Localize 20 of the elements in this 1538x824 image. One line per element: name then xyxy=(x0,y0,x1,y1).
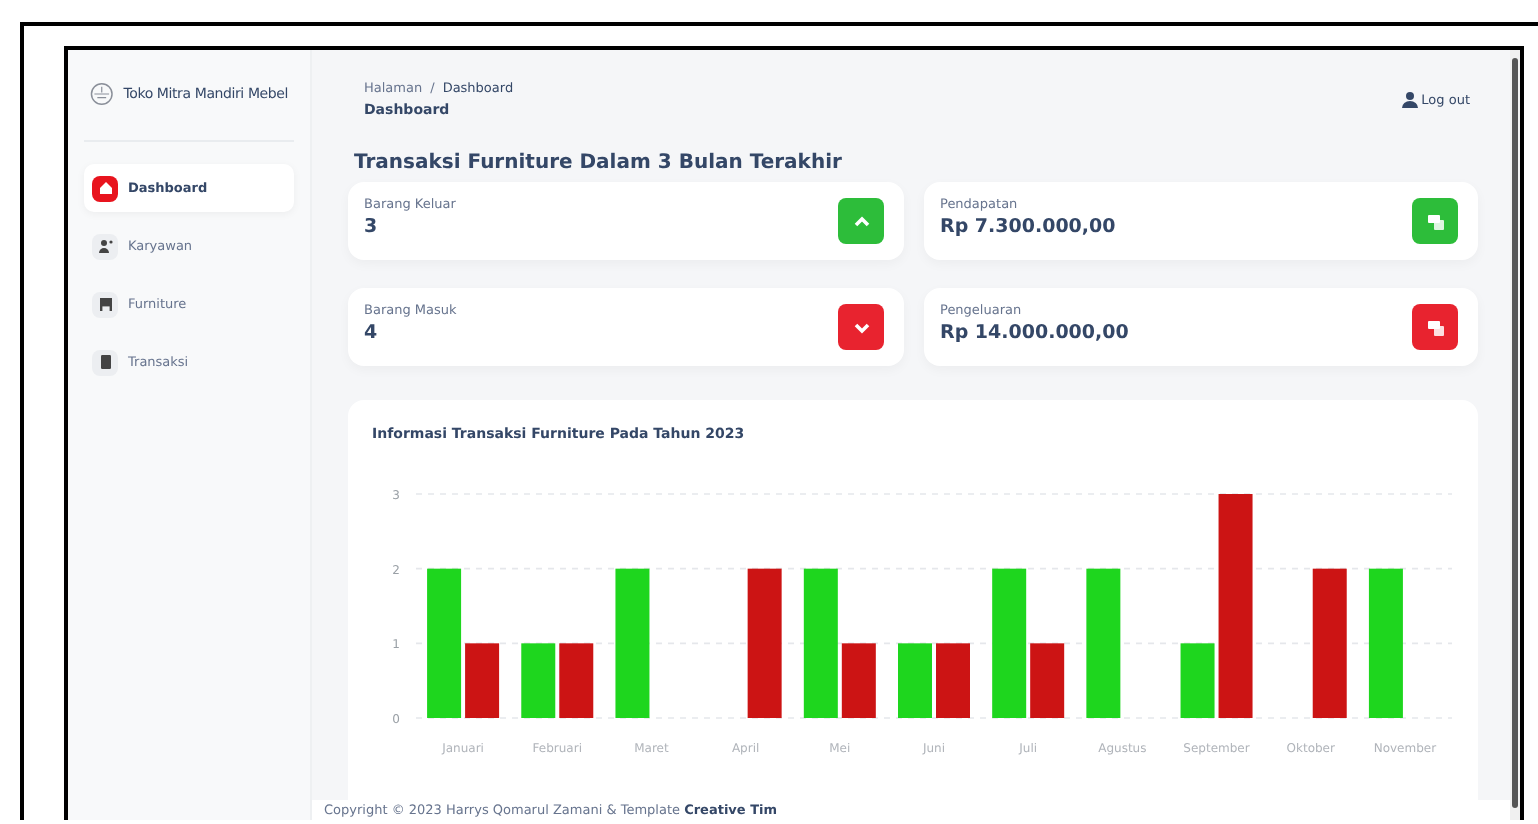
section-title: Transaksi Furniture Dalam 3 Bulan Terakhir xyxy=(354,152,844,174)
logo-icon xyxy=(90,78,114,110)
bar xyxy=(1180,643,1215,718)
bar xyxy=(559,643,594,718)
doc-icon xyxy=(92,349,118,375)
bar xyxy=(1030,643,1065,718)
stat-value: 4 xyxy=(364,322,380,344)
stat-value: Rp 14.000.000,00 xyxy=(940,322,1129,344)
bar xyxy=(465,643,500,718)
bar xyxy=(841,643,876,718)
stat-value: 3 xyxy=(364,216,380,238)
home-icon xyxy=(92,175,118,201)
scrollbar[interactable] xyxy=(1510,50,1520,820)
stat-value: Rp 7.300.000,00 xyxy=(940,216,1116,238)
chair-icon xyxy=(92,291,118,317)
bar xyxy=(521,643,556,718)
bar xyxy=(936,643,970,718)
person-icon xyxy=(92,233,118,259)
user-icon xyxy=(1401,91,1418,107)
bar xyxy=(898,643,932,718)
